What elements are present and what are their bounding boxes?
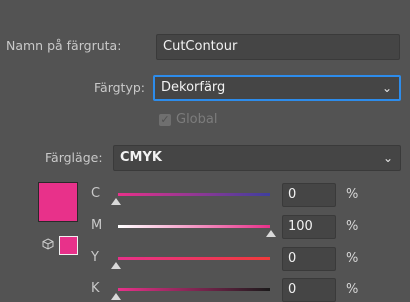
black-label: K (91, 281, 100, 296)
global-checkbox[interactable]: ✓ (159, 114, 171, 126)
swatch-preview (38, 182, 78, 222)
black-slider-track[interactable] (118, 288, 270, 291)
color-mode-select[interactable]: CMYK ⌄ (113, 145, 401, 171)
black-slider-thumb[interactable] (111, 293, 121, 300)
yellow-value-input[interactable]: 0 (282, 247, 336, 271)
yellow-slider-track[interactable] (118, 257, 270, 260)
global-label: Global (176, 112, 218, 127)
swatch-name-input[interactable]: CutContour (156, 34, 400, 60)
cyan-slider-thumb[interactable] (111, 198, 121, 205)
cyan-label: C (91, 186, 101, 201)
chevron-down-icon: ⌄ (382, 151, 393, 165)
magenta-slider-track[interactable] (118, 225, 270, 228)
magenta-label: M (91, 218, 103, 233)
gamut-cube-icon (42, 238, 54, 250)
magenta-value-input[interactable]: 100 (282, 215, 336, 239)
color-type-label: Färgtyp: (94, 80, 146, 95)
swatch-name-label: Namn på färgruta: (6, 38, 122, 53)
color-mode-value: CMYK (120, 150, 162, 165)
color-mode-label: Färgläge: (45, 150, 103, 165)
cyan-unit: % (346, 187, 359, 202)
magenta-unit: % (346, 219, 359, 234)
yellow-unit: % (346, 251, 359, 266)
in-gamut-swatch[interactable] (59, 236, 78, 255)
color-type-select[interactable]: Dekorfärg ⌄ (153, 75, 401, 101)
cyan-slider-track[interactable] (118, 193, 270, 196)
black-value-input[interactable]: 0 (282, 278, 336, 302)
yellow-slider-thumb[interactable] (111, 262, 121, 269)
chevron-down-icon: ⌄ (381, 81, 392, 95)
yellow-label: Y (91, 250, 99, 265)
magenta-slider-thumb[interactable] (266, 230, 276, 237)
cyan-value-input[interactable]: 0 (282, 183, 336, 207)
black-unit: % (346, 282, 359, 297)
color-type-value: Dekorfärg (161, 80, 226, 95)
